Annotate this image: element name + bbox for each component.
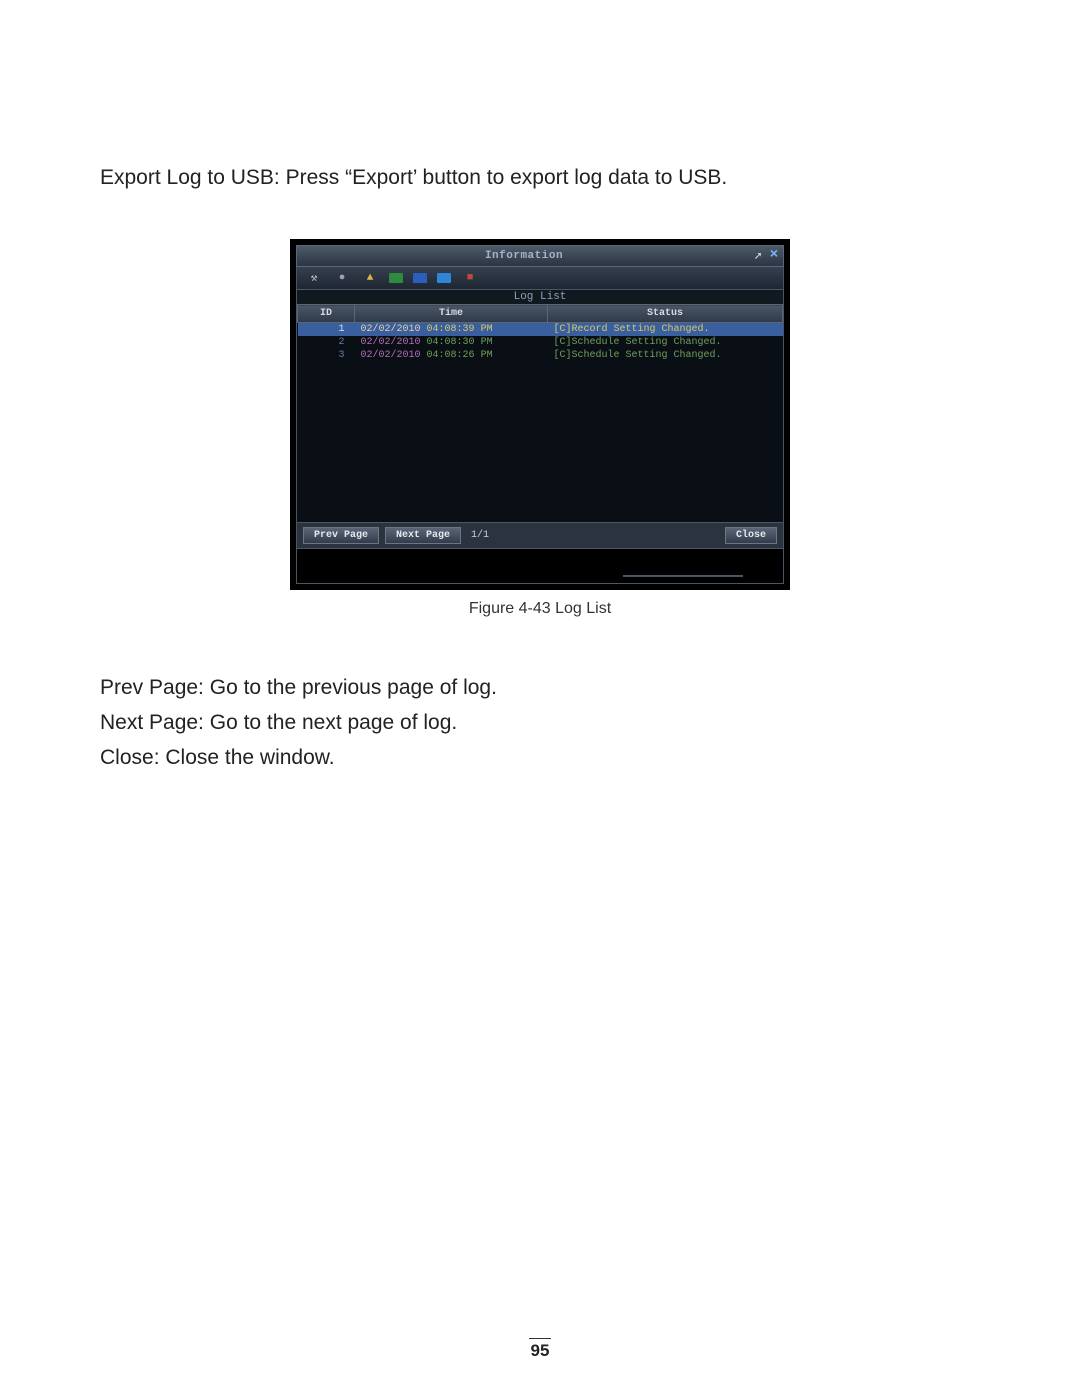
col-header-time[interactable]: Time: [355, 305, 548, 323]
window-bottom-bar: [296, 549, 784, 584]
intro-line: Export Log to USB: Press “Export’ button…: [100, 163, 980, 193]
definition-label: Close:: [100, 746, 160, 769]
intro-text: Press “Export’ button to export log data…: [280, 166, 727, 189]
definition-label: Next Page:: [100, 711, 204, 734]
tools-icon[interactable]: ⚒: [305, 271, 323, 285]
cell-status: [C]Record Setting Changed.: [548, 323, 783, 337]
blue-tab-icon[interactable]: [413, 273, 427, 283]
cell-status: [C]Schedule Setting Changed.: [548, 336, 783, 349]
cell-time: 02/02/2010 04:08:30 PM: [355, 336, 548, 349]
cell-time: 02/02/2010 04:08:26 PM: [355, 349, 548, 362]
definition-text: Close the window.: [160, 746, 335, 769]
document-page: Export Log to USB: Press “Export’ button…: [0, 0, 1080, 1397]
cell-id: 2: [298, 336, 355, 349]
log-empty-area: [297, 362, 783, 522]
green-tab-icon[interactable]: [389, 273, 403, 283]
definition-label: Prev Page:: [100, 676, 204, 699]
window-titlebar: Information ➚ ×: [296, 245, 784, 267]
window-footer: Prev Page Next Page 1/1 Close: [296, 523, 784, 549]
intro-label: Export Log to USB:: [100, 166, 280, 189]
page-number: 95: [0, 1338, 1080, 1361]
table-row[interactable]: 302/02/2010 04:08:26 PM[C]Schedule Setti…: [298, 349, 783, 362]
definition-text: Go to the previous page of log.: [204, 676, 497, 699]
warning-icon[interactable]: ▲: [361, 271, 379, 285]
col-header-id[interactable]: ID: [298, 305, 355, 323]
definition-line: Close: Close the window.: [100, 742, 980, 775]
dvr-window: Information ➚ × ⚒ ● ▲ ■ Log List ID: [290, 239, 790, 590]
cell-id: 3: [298, 349, 355, 362]
window-title: Information: [297, 250, 751, 262]
cell-time: 02/02/2010 04:08:39 PM: [355, 323, 548, 337]
cell-id: 1: [298, 323, 355, 337]
cursor-icon: ➚: [751, 249, 765, 263]
log-table: ID Time Status 102/02/2010 04:08:39 PM[C…: [297, 304, 783, 362]
log-panel: ID Time Status 102/02/2010 04:08:39 PM[C…: [296, 304, 784, 523]
disc-icon[interactable]: ●: [333, 271, 351, 285]
playback-line-icon: [623, 575, 743, 577]
figure-caption: Figure 4-43 Log List: [290, 600, 790, 618]
device-icon[interactable]: ■: [461, 271, 479, 285]
definitions: Prev Page: Go to the previous page of lo…: [100, 672, 980, 774]
figure: Information ➚ × ⚒ ● ▲ ■ Log List ID: [290, 239, 790, 618]
definition-line: Prev Page: Go to the previous page of lo…: [100, 672, 980, 705]
cell-status: [C]Schedule Setting Changed.: [548, 349, 783, 362]
definition-text: Go to the next page of log.: [204, 711, 457, 734]
close-icon[interactable]: ×: [765, 248, 783, 264]
page-indicator: 1/1: [471, 530, 489, 541]
panel-subtitle: Log List: [296, 290, 784, 304]
table-row[interactable]: 102/02/2010 04:08:39 PM[C]Record Setting…: [298, 323, 783, 337]
table-row[interactable]: 202/02/2010 04:08:30 PM[C]Schedule Setti…: [298, 336, 783, 349]
definition-line: Next Page: Go to the next page of log.: [100, 707, 980, 740]
next-page-button[interactable]: Next Page: [385, 527, 461, 544]
folder-icon[interactable]: [437, 273, 451, 283]
prev-page-button[interactable]: Prev Page: [303, 527, 379, 544]
close-button[interactable]: Close: [725, 527, 777, 544]
window-toolbar: ⚒ ● ▲ ■: [296, 267, 784, 290]
col-header-status[interactable]: Status: [548, 305, 783, 323]
